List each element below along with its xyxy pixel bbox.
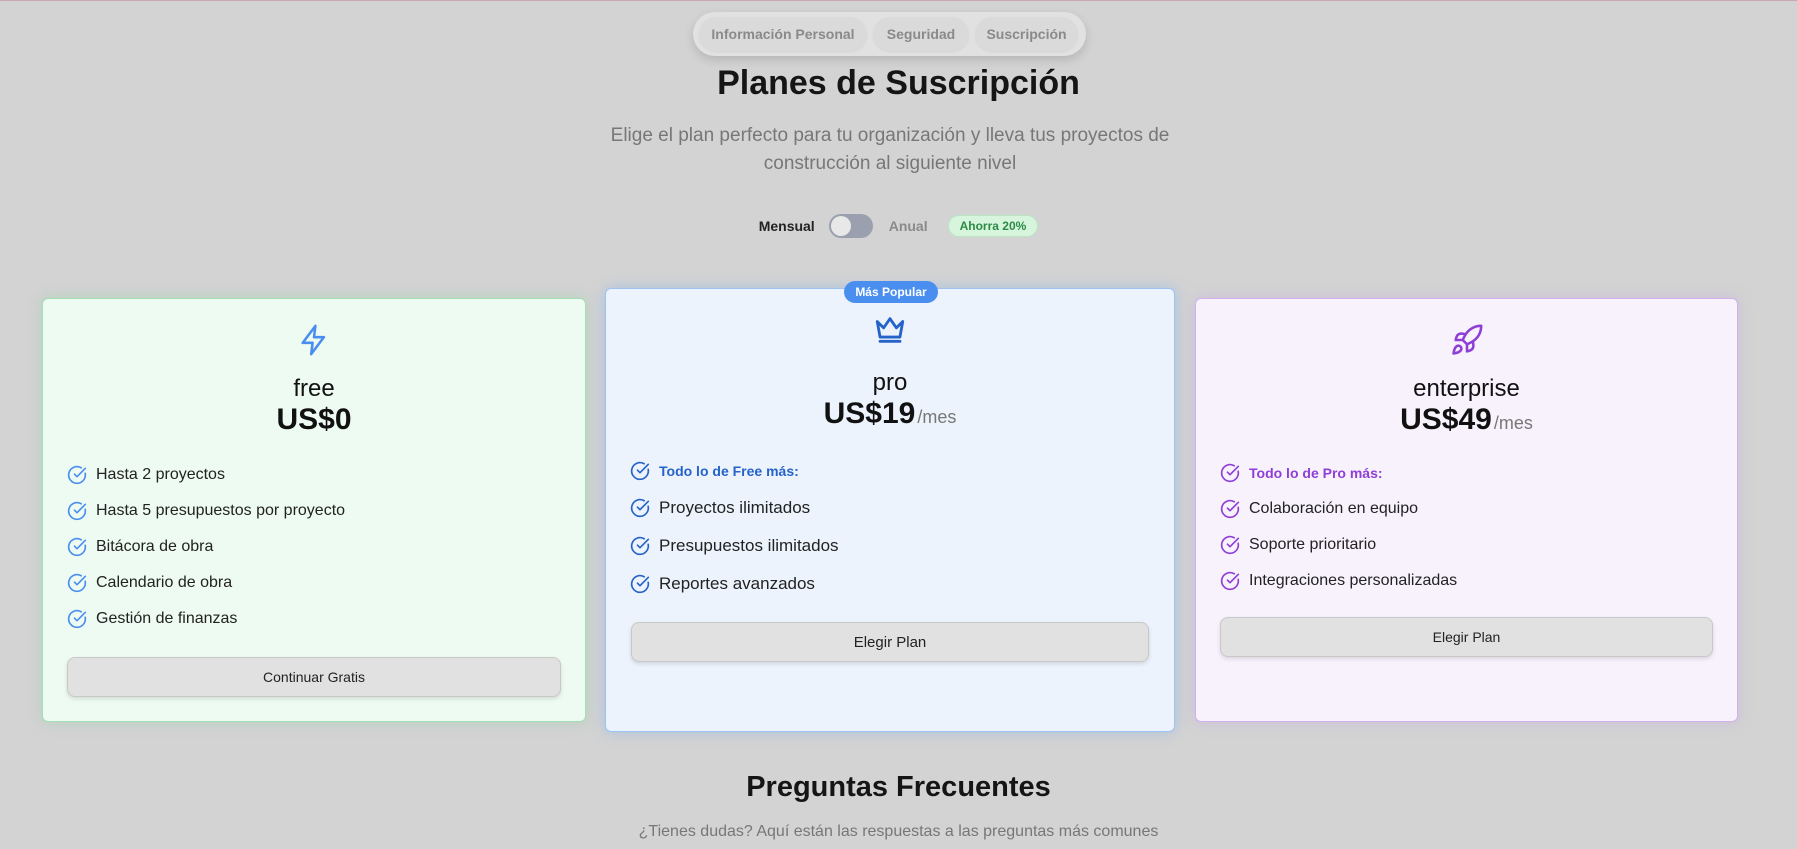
feature-item: Reportes avanzados <box>630 565 1150 603</box>
check-circle-icon <box>1220 535 1240 555</box>
feature-list: Todo lo de Pro más: Colaboración en equi… <box>1220 455 1713 599</box>
billing-toggle[interactable] <box>828 214 873 238</box>
rocket-icon <box>1450 323 1484 362</box>
lightning-icon <box>297 323 331 362</box>
feature-label: Reportes avanzados <box>659 574 815 593</box>
feature-list: Todo lo de Free más: Proyectos ilimitado… <box>630 453 1150 603</box>
page-title: Planes de Suscripción <box>717 64 1080 102</box>
feature-label: Presupuestos ilimitados <box>659 536 839 555</box>
check-circle-icon <box>1220 463 1240 483</box>
faq-subtitle: ¿Tienes dudas? Aquí están las respuestas… <box>638 823 1159 840</box>
check-circle-icon <box>1220 571 1240 591</box>
feature-item: Soporte prioritario <box>1220 527 1713 563</box>
feature-label: Calendario de obra <box>96 574 233 591</box>
plan-price: US$49 <box>1400 403 1492 436</box>
crown-icon <box>873 313 907 352</box>
billing-period-selector: Mensual Anual Ahorra 20% <box>0 213 1797 239</box>
plan-name: enterprise <box>1413 375 1520 402</box>
toggle-knob <box>830 216 851 236</box>
check-circle-icon <box>630 536 650 556</box>
plan-card-enterprise: enterprise US$49 /mes Todo lo de Pro más… <box>1195 298 1738 722</box>
page-subtitle: Elige el plan perfecto para tu organizac… <box>610 125 1170 174</box>
feature-label: Gestión de finanzas <box>96 610 238 627</box>
choose-plan-button-pro[interactable]: Elegir Plan <box>631 622 1149 662</box>
feature-label: Todo lo de Pro más: <box>1249 465 1383 481</box>
feature-item: Colaboración en equipo <box>1220 491 1713 527</box>
check-circle-icon <box>67 537 87 557</box>
continue-free-button[interactable]: Continuar Gratis <box>67 657 561 697</box>
plan-card-free: free US$0 Hasta 2 proyectos Hasta 5 pres… <box>42 298 586 722</box>
check-circle-icon <box>630 498 650 518</box>
feature-highlight: Todo lo de Pro más: <box>1220 455 1713 491</box>
faq-title: Preguntas Frecuentes <box>746 771 1051 803</box>
most-popular-badge: Más Popular <box>844 281 938 303</box>
savings-badge: Ahorra 20% <box>947 215 1039 237</box>
price-row: US$49 /mes <box>1196 403 1737 437</box>
tab-informacion-personal[interactable]: Información Personal <box>699 17 867 51</box>
feature-item: Calendario de obra <box>67 565 561 601</box>
feature-item: Hasta 5 presupuestos por proyecto <box>67 493 561 529</box>
feature-label: Colaboración en equipo <box>1249 500 1419 517</box>
plan-card-pro: Más Popular pro US$19 /mes Todo lo de Fr… <box>605 281 1175 732</box>
choose-plan-button-enterprise[interactable]: Elegir Plan <box>1220 617 1713 657</box>
feature-item: Hasta 2 proyectos <box>67 457 561 493</box>
check-circle-icon <box>67 465 87 485</box>
feature-item: Proyectos ilimitados <box>630 489 1150 527</box>
settings-tabs: Información Personal Seguridad Suscripci… <box>693 12 1086 56</box>
tab-suscripcion[interactable]: Suscripción <box>975 17 1078 51</box>
feature-item: Gestión de finanzas <box>67 601 561 637</box>
feature-item: Presupuestos ilimitados <box>630 527 1150 565</box>
tab-seguridad[interactable]: Seguridad <box>873 17 969 51</box>
check-circle-icon <box>67 573 87 593</box>
check-circle-icon <box>67 501 87 521</box>
feature-label: Hasta 5 presupuestos por proyecto <box>96 502 346 519</box>
monthly-label: Mensual <box>758 218 815 234</box>
price-period: /mes <box>1493 413 1533 433</box>
price-row: US$0 <box>43 403 585 437</box>
feature-item: Integraciones personalizadas <box>1220 563 1713 599</box>
feature-label: Todo lo de Free más: <box>659 463 799 479</box>
feature-label: Hasta 2 proyectos <box>96 466 225 483</box>
feature-label: Integraciones personalizadas <box>1249 572 1458 589</box>
feature-item: Bitácora de obra <box>67 529 561 565</box>
plan-price: US$0 <box>276 403 352 436</box>
check-circle-icon <box>630 461 650 481</box>
price-period: /mes <box>917 407 957 427</box>
check-circle-icon <box>67 609 87 629</box>
annual-label: Anual <box>888 218 928 234</box>
check-circle-icon <box>1220 499 1240 519</box>
feature-label: Soporte prioritario <box>1249 536 1377 553</box>
plan-name: pro <box>872 369 908 396</box>
feature-label: Proyectos ilimitados <box>659 498 811 517</box>
feature-label: Bitácora de obra <box>96 538 214 555</box>
price-row: US$19 /mes <box>606 397 1174 431</box>
check-circle-icon <box>630 574 650 594</box>
feature-highlight: Todo lo de Free más: <box>630 453 1150 489</box>
feature-list: Hasta 2 proyectos Hasta 5 presupuestos p… <box>67 457 561 637</box>
plan-price: US$19 <box>823 397 916 430</box>
plan-name: free <box>293 375 335 402</box>
